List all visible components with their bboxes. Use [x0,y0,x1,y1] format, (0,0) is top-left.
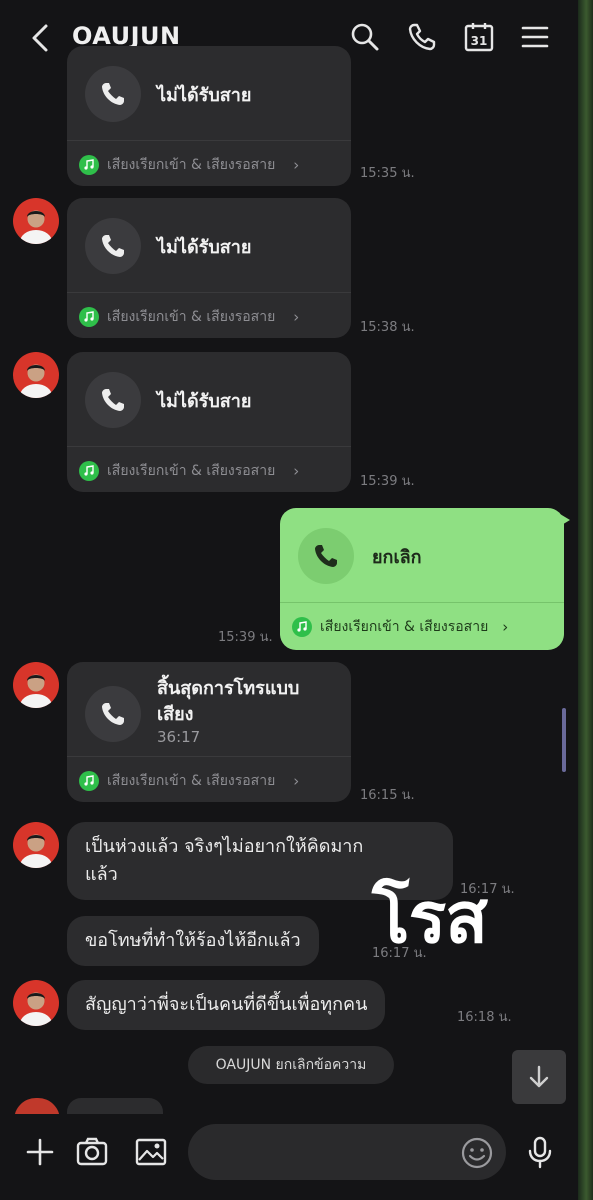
phone-icon [102,703,124,725]
message-time: 16:15 น. [360,788,415,803]
message-time: 15:39 น. [218,630,273,645]
divider [67,292,351,293]
divider [67,140,351,141]
music-note-icon [292,617,312,637]
overlay-caption: โรส [372,877,488,959]
divider [280,602,564,603]
ringtone-label: เสียงเรียกเข้า & เสียงรอสาย [320,619,489,635]
music-note-icon [79,155,99,175]
ringtone-link[interactable]: เสียงเรียกเข้า & เสียงรอสาย › [79,770,299,792]
ringtone-label: เสียงเรียกเข้า & เสียงรอสาย [107,463,276,479]
call-status-label: ไม่ได้รับสาย [157,85,252,106]
ringtone-link[interactable]: เสียงเรียกเข้า & เสียงรอสาย › [79,306,299,328]
text-message[interactable]: สัญญาว่าพี่จะเป็นคนที่ดีขึ้นเพื่อทุกคน [67,980,386,1030]
microphone-icon[interactable] [522,1134,558,1170]
bubble-tail [560,514,570,526]
chevron-right-icon: › [293,156,300,174]
phone-icon [315,545,337,567]
chevron-right-icon: › [502,618,509,636]
call-status-label: ไม่ได้รับสาย [157,391,252,412]
call-status-label: สิ้นสุดการโทรแบบ เสียง [157,676,299,728]
back-icon[interactable] [26,22,56,54]
calendar-icon[interactable]: 31 [462,20,496,54]
phone-icon [102,83,124,105]
chevron-right-icon: › [293,308,300,326]
call-icon-circle [85,372,141,428]
screen-edge [578,0,593,1200]
message-text: ขอโทษที่ทำให้ร้องไห้อีกแล้ว [85,930,301,951]
call-icon-circle [298,528,354,584]
call-status-label: ไม่ได้รับสาย [157,237,252,258]
music-note-icon [79,771,99,791]
calendar-day: 31 [471,34,488,48]
ringtone-label: เสียงเรียกเข้า & เสียงรอสาย [107,309,276,325]
phone-icon [102,235,124,257]
avatar[interactable] [13,198,59,244]
call-icon-circle [85,686,141,742]
ringtone-link[interactable]: เสียงเรียกเข้า & เสียงรอสาย › [79,154,299,176]
call-message-ended[interactable]: สิ้นสุดการโทรแบบ เสียง 36:17 เสียงเรียกเ… [67,662,351,802]
camera-icon[interactable] [74,1134,110,1170]
scrollbar[interactable] [562,708,566,772]
message-time: 16:18 น. [457,1010,512,1025]
chevron-right-icon: › [293,772,300,790]
divider [67,446,351,447]
message-line1: เป็นห่วงแล้ว จริงๆไม่อยากให้คิดมาก [85,836,364,857]
message-time: 15:38 น. [360,320,415,335]
chevron-right-icon: › [293,462,300,480]
call-message-missed[interactable]: ไม่ได้รับสาย เสียงเรียกเข้า & เสียงรอสาย… [67,46,351,186]
call-message-missed[interactable]: ไม่ได้รับสาย เสียงเรียกเข้า & เสียงรอสาย… [67,352,351,492]
avatar[interactable] [13,822,59,868]
message-time: 15:35 น. [360,166,415,181]
message-text: สัญญาว่าพี่จะเป็นคนที่ดีขึ้นเพื่อทุกคน [85,994,368,1015]
arrow-down-icon [529,1065,549,1088]
ringtone-label: เสียงเรียกเข้า & เสียงรอสาย [107,773,276,789]
menu-icon[interactable] [518,20,552,54]
text-message[interactable]: ขอโทษที่ทำให้ร้องไห้อีกแล้ว [67,916,319,966]
message-time: 15:39 น. [360,474,415,489]
avatar[interactable] [13,662,59,708]
chat-screen: OAUJUN 31 ไม่ได้รับสาย เสียงเรียกเข้า & … [0,0,578,1200]
avatar[interactable] [13,352,59,398]
divider [67,756,351,757]
plus-icon[interactable] [22,1134,58,1170]
avatar[interactable] [13,980,59,1026]
phone-icon [102,389,124,411]
ringtone-label: เสียงเรียกเข้า & เสียงรอสาย [107,157,276,173]
music-note-icon [79,307,99,327]
call-icon-circle [85,218,141,274]
call-message-cancelled[interactable]: ยกเลิก เสียงเรียกเข้า & เสียงรอสาย › [280,508,570,650]
search-icon[interactable] [348,20,382,54]
message-input[interactable] [188,1124,438,1180]
scroll-to-bottom-button[interactable] [512,1050,566,1104]
call-status-label: ยกเลิก [372,547,422,568]
call-duration: 36:17 [157,728,201,746]
message-input-container[interactable] [188,1124,506,1180]
image-icon[interactable] [133,1134,169,1170]
ringtone-link[interactable]: เสียงเรียกเข้า & เสียงรอสาย › [79,460,299,482]
music-note-icon [79,461,99,481]
call-status-line1: สิ้นสุดการโทรแบบ [157,678,300,699]
system-message: OAUJUN ยกเลิกข้อความ [188,1046,394,1084]
ringtone-link[interactable]: เสียงเรียกเข้า & เสียงรอสาย › [292,616,508,638]
phone-icon[interactable] [405,20,439,54]
emoji-icon[interactable] [460,1136,494,1170]
call-message-missed[interactable]: ไม่ได้รับสาย เสียงเรียกเข้า & เสียงรอสาย… [67,198,351,338]
call-status-line2: เสียง [157,704,194,725]
call-icon-circle [85,66,141,122]
